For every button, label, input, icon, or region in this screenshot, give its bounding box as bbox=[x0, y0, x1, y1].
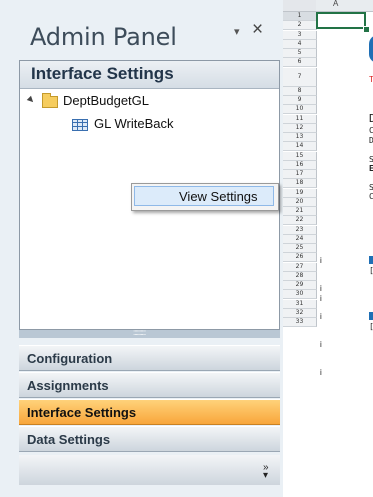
nav-label: Interface Settings bbox=[27, 405, 137, 420]
row-header[interactable]: 33 bbox=[283, 318, 317, 327]
row-header[interactable]: 4 bbox=[283, 39, 317, 49]
sheet-fragment: C bbox=[369, 126, 373, 135]
row-header[interactable]: 11 bbox=[283, 114, 317, 124]
row-header[interactable]: 23 bbox=[283, 225, 317, 235]
grid-icon bbox=[72, 119, 88, 131]
sheet-fragment: T bbox=[369, 75, 373, 84]
cell-text: i bbox=[320, 312, 322, 321]
dropdown-pin-icon[interactable]: ▾ bbox=[234, 27, 246, 38]
nav-label: Data Settings bbox=[27, 432, 111, 447]
row-header[interactable]: 25 bbox=[283, 244, 317, 253]
row-header[interactable]: 31 bbox=[283, 299, 317, 309]
row-header[interactable]: 18 bbox=[283, 179, 317, 189]
row-header[interactable]: 12 bbox=[283, 123, 317, 133]
row-header[interactable]: 27 bbox=[283, 262, 317, 272]
row-header[interactable]: 10 bbox=[283, 105, 317, 115]
section-header-label: Interface Settings bbox=[31, 64, 174, 83]
row-header[interactable]: 6 bbox=[283, 58, 317, 68]
cell-text: i bbox=[320, 340, 322, 349]
spreadsheet: A 1 2 3 4 5 6 7 8 9 10 11 12 13 14 15 16 17 18 19 20 21 22 23 2… bbox=[283, 0, 373, 497]
row-header[interactable]: 17 bbox=[283, 170, 317, 179]
close-icon[interactable]: × bbox=[252, 20, 263, 40]
row-header[interactable]: 16 bbox=[283, 160, 317, 170]
cell-text: i bbox=[320, 256, 322, 265]
row-header[interactable]: 3 bbox=[283, 30, 317, 40]
sheet-fragment: E bbox=[369, 164, 373, 173]
sheet-fragment: [ bbox=[369, 322, 373, 331]
section-header: Interface Settings bbox=[20, 61, 279, 89]
view-settings-menu-item[interactable]: View Settings bbox=[134, 186, 274, 206]
grip-dots: :::::::::: bbox=[133, 328, 146, 337]
tree-node-label: DeptBudgetGL bbox=[63, 93, 150, 108]
row-header[interactable]: 21 bbox=[283, 207, 317, 216]
selected-cell[interactable] bbox=[316, 12, 366, 29]
row-header[interactable]: 29 bbox=[283, 281, 317, 290]
row-header[interactable]: 5 bbox=[283, 49, 317, 58]
admin-panel: Admin Panel ▾ × Interface Settings DeptB… bbox=[0, 0, 283, 497]
overflow-chevron-icon[interactable]: » ▾ bbox=[263, 463, 269, 481]
nav-data-settings[interactable]: Data Settings bbox=[19, 426, 280, 452]
row-header[interactable]: 2 bbox=[283, 21, 317, 31]
nav-label: Configuration bbox=[27, 351, 113, 366]
row-header[interactable]: 26 bbox=[283, 253, 317, 263]
panel-title: Admin Panel bbox=[30, 23, 177, 51]
sheet-fragment: S bbox=[369, 183, 373, 192]
row-header[interactable]: 24 bbox=[283, 234, 317, 244]
row-header[interactable]: 1 bbox=[283, 12, 317, 21]
row-header[interactable]: 13 bbox=[283, 133, 317, 142]
nav-overflow-bar bbox=[19, 455, 280, 485]
sheet-fragment: S bbox=[369, 155, 373, 164]
row-header[interactable]: 8 bbox=[283, 86, 317, 96]
blue-marker bbox=[369, 256, 373, 264]
context-menu: View Settings bbox=[131, 183, 279, 211]
row-header[interactable]: 19 bbox=[283, 188, 317, 198]
row-header[interactable]: 20 bbox=[283, 197, 317, 207]
row-header[interactable]: 7 bbox=[283, 67, 317, 87]
row-header[interactable]: 32 bbox=[283, 308, 317, 318]
row-header[interactable]: 30 bbox=[283, 290, 317, 300]
row-header[interactable]: 15 bbox=[283, 151, 317, 161]
menu-item-label: View Settings bbox=[179, 189, 258, 204]
column-header-a[interactable]: A bbox=[316, 0, 373, 12]
select-all-corner[interactable] bbox=[283, 0, 317, 12]
sheet-fragment: C bbox=[369, 192, 373, 201]
cell-text: i bbox=[320, 294, 322, 303]
expand-arrow-icon[interactable] bbox=[26, 95, 36, 105]
nav-configuration[interactable]: Configuration bbox=[19, 345, 280, 371]
sheet-fragment: D bbox=[369, 136, 373, 145]
row-header[interactable]: 14 bbox=[283, 142, 317, 152]
cell-text: i bbox=[320, 368, 322, 377]
nav-interface-settings[interactable]: Interface Settings bbox=[19, 399, 280, 425]
tree-child-label: GL WriteBack bbox=[94, 116, 174, 131]
sheet-fragment: D bbox=[369, 112, 373, 125]
row-header[interactable]: 9 bbox=[283, 96, 317, 105]
splitter-handle[interactable]: :::::::::: bbox=[19, 328, 280, 338]
nav-assignments[interactable]: Assignments bbox=[19, 372, 280, 398]
sheet-fragment: [ bbox=[369, 266, 373, 275]
fill-handle[interactable] bbox=[363, 26, 370, 33]
folder-icon bbox=[42, 93, 58, 108]
row-header[interactable]: 28 bbox=[283, 271, 317, 281]
row-header[interactable]: 22 bbox=[283, 216, 317, 226]
cell-text: i bbox=[320, 284, 322, 293]
nav-label: Assignments bbox=[27, 378, 109, 393]
info-circle-icon bbox=[369, 35, 373, 63]
blue-marker bbox=[369, 312, 373, 320]
